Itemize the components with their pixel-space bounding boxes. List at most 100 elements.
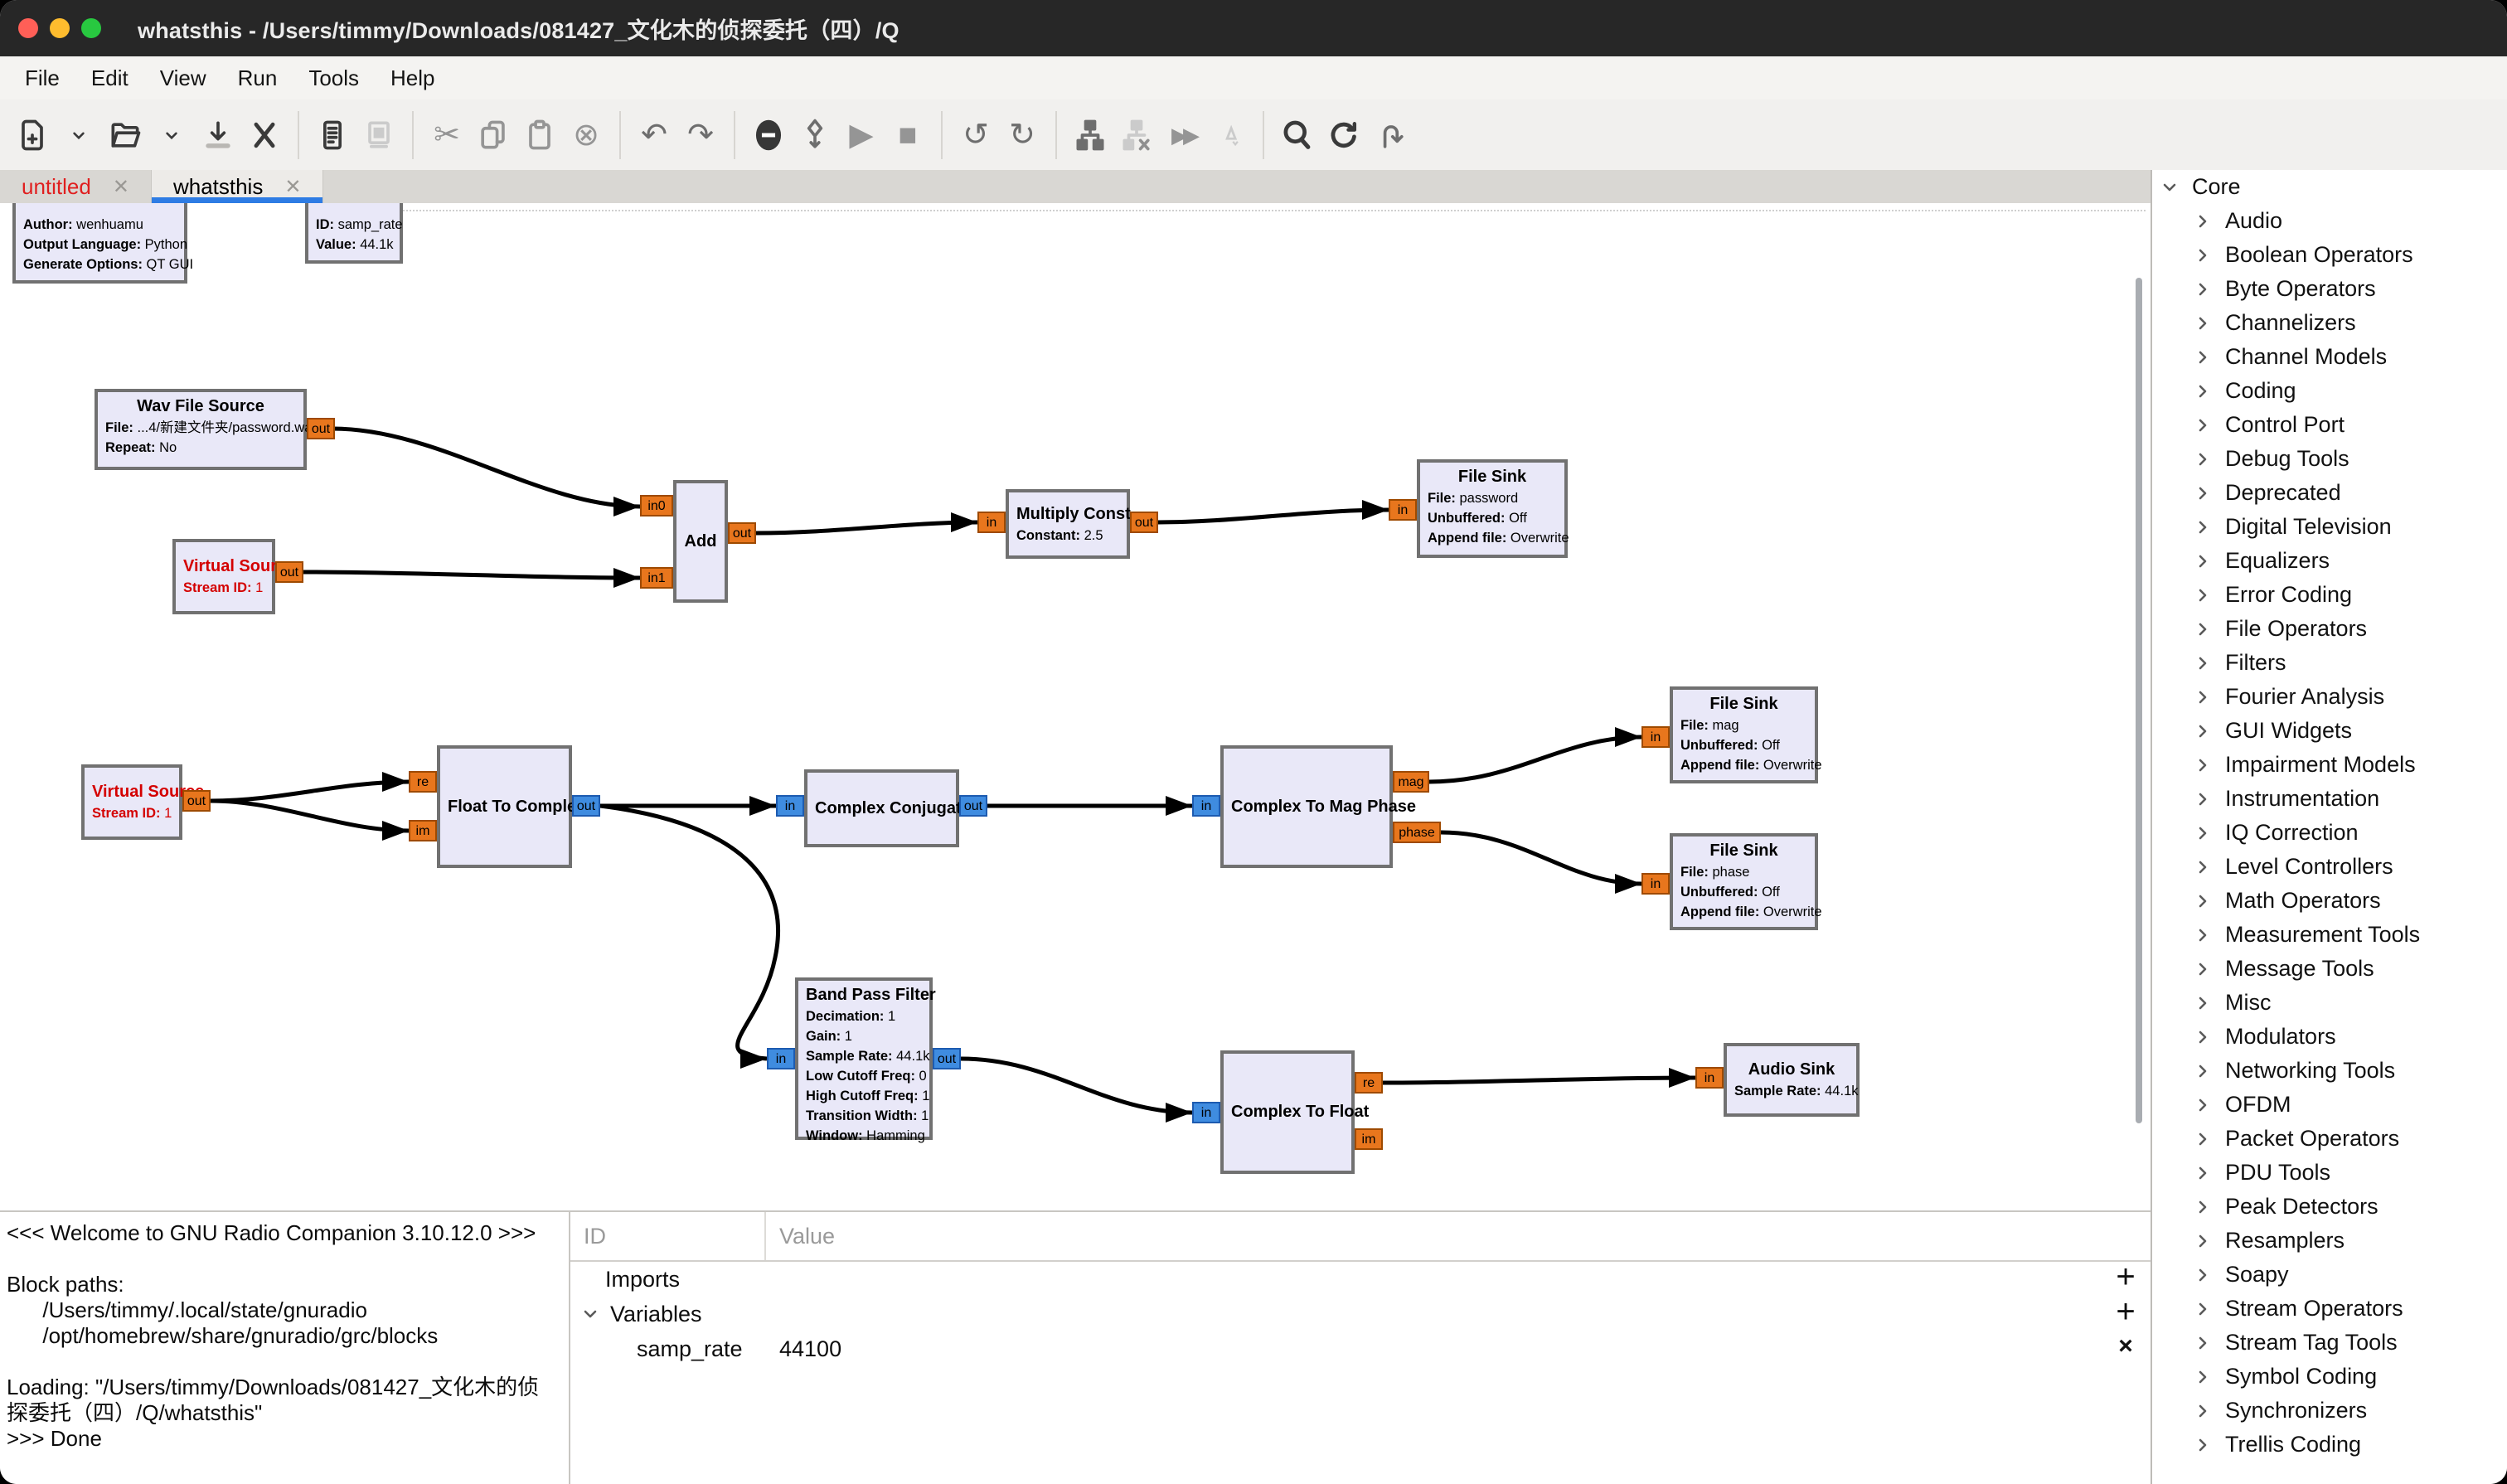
chevron-right-icon[interactable] bbox=[2193, 211, 2213, 231]
chevron-right-icon[interactable] bbox=[2193, 551, 2213, 571]
sidebar-item-misc[interactable]: Misc bbox=[2152, 986, 2507, 1020]
sidebar-item-networking-tools[interactable]: Networking Tools bbox=[2152, 1054, 2507, 1088]
band-pass-filter-block[interactable]: Band Pass FilterDecimation: 1Gain: 1Samp… bbox=[795, 977, 933, 1140]
multiply-const-block[interactable]: Multiply ConstConstant: 2.5 bbox=[1006, 489, 1130, 559]
complex-to-float-block[interactable]: Complex To Float bbox=[1220, 1050, 1355, 1174]
chevron-right-icon[interactable] bbox=[2193, 1367, 2213, 1387]
sidebar-item-channelizers[interactable]: Channelizers bbox=[2152, 306, 2507, 340]
sidebar-item-pdu-tools[interactable]: PDU Tools bbox=[2152, 1156, 2507, 1190]
rotate-cw-icon[interactable]: ↻ bbox=[1003, 110, 1041, 160]
sidebar-item-error-coding[interactable]: Error Coding bbox=[2152, 578, 2507, 612]
sidebar-item-ofdm[interactable]: OFDM bbox=[2152, 1088, 2507, 1122]
chevron-down-icon[interactable] bbox=[580, 1304, 600, 1324]
sidebar-item-peak-detectors[interactable]: Peak Detectors bbox=[2152, 1190, 2507, 1224]
chevron-right-icon[interactable] bbox=[2193, 279, 2213, 299]
file-sink-phase-block-port-in[interactable]: in bbox=[1641, 873, 1670, 895]
menu-help[interactable]: Help bbox=[390, 65, 434, 91]
file-sink-password-block-port-in[interactable]: in bbox=[1389, 499, 1417, 521]
chevron-right-icon[interactable] bbox=[2193, 415, 2213, 435]
virtual-source-1-block-port-out[interactable]: out bbox=[275, 561, 303, 583]
rotate-ccw-icon[interactable]: ↺ bbox=[957, 110, 995, 160]
options-block[interactable]: Author: wenhuamuOutput Language: PythonG… bbox=[12, 203, 187, 284]
canvas-vertical-scrollbar[interactable] bbox=[2136, 278, 2142, 1123]
sidebar-item-equalizers[interactable]: Equalizers bbox=[2152, 544, 2507, 578]
close-window-button[interactable] bbox=[18, 18, 38, 38]
flowgraph-canvas[interactable]: Author: wenhuamuOutput Language: PythonG… bbox=[0, 203, 2151, 1210]
chevron-right-icon[interactable] bbox=[2193, 1027, 2213, 1047]
chevron-right-icon[interactable] bbox=[2193, 245, 2213, 265]
chevron-right-icon[interactable] bbox=[2193, 619, 2213, 639]
complex-to-float-block-port-re[interactable]: re bbox=[1355, 1072, 1383, 1094]
sidebar-item-modulators[interactable]: Modulators bbox=[2152, 1020, 2507, 1054]
variables-row-imports[interactable]: Imports bbox=[570, 1262, 2185, 1297]
column-header-id[interactable]: ID bbox=[584, 1224, 606, 1249]
complex-conjugate-block[interactable]: Complex Conjugate bbox=[804, 769, 959, 847]
add-block[interactable]: Add bbox=[673, 480, 728, 603]
tab-close-icon[interactable]: ✕ bbox=[113, 175, 129, 199]
undo-icon[interactable]: ↶ bbox=[635, 110, 673, 160]
complex-to-mag-phase-block-port-phase[interactable]: phase bbox=[1393, 822, 1441, 843]
row-value[interactable]: 44100 bbox=[779, 1336, 841, 1362]
open-flowgraph-icon[interactable] bbox=[106, 110, 144, 160]
chevron-right-icon[interactable] bbox=[2193, 1129, 2213, 1149]
new-dropdown-chevron-icon[interactable] bbox=[60, 110, 98, 160]
hier-block-disabled-icon[interactable] bbox=[1118, 110, 1156, 160]
chevron-right-icon[interactable] bbox=[2193, 959, 2213, 979]
menu-run[interactable]: Run bbox=[238, 65, 278, 91]
view-errors-icon[interactable] bbox=[749, 110, 788, 160]
sidebar-item-message-tools[interactable]: Message Tools bbox=[2152, 952, 2507, 986]
chevron-right-icon[interactable] bbox=[2193, 347, 2213, 367]
virtual-source-2-block-port-out[interactable]: out bbox=[182, 790, 211, 812]
audio-sink-block[interactable]: Audio SinkSample Rate: 44.1k bbox=[1724, 1043, 1860, 1117]
chevron-right-icon[interactable] bbox=[2193, 449, 2213, 469]
float-to-complex-block-port-re[interactable]: re bbox=[409, 771, 437, 793]
variables-row-variables[interactable]: Variables bbox=[570, 1297, 2160, 1331]
chevron-right-icon[interactable] bbox=[2193, 857, 2213, 877]
sidebar-item-packet-operators[interactable]: Packet Operators bbox=[2152, 1122, 2507, 1156]
sidebar-item-coding[interactable]: Coding bbox=[2152, 374, 2507, 408]
sidebar-item-gui-widgets[interactable]: GUI Widgets bbox=[2152, 714, 2507, 748]
execute-flowgraph-icon[interactable]: ▶ bbox=[842, 110, 880, 160]
sidebar-item-soapy[interactable]: Soapy bbox=[2152, 1258, 2507, 1292]
float-to-complex-block[interactable]: Float To Complex bbox=[437, 745, 572, 868]
hier-block-tree-icon[interactable] bbox=[1071, 110, 1109, 160]
band-pass-filter-block-port-out[interactable]: out bbox=[933, 1048, 961, 1069]
chevron-right-icon[interactable] bbox=[2193, 1197, 2213, 1217]
file-sink-mag-block-port-in[interactable]: in bbox=[1641, 726, 1670, 748]
menu-file[interactable]: File bbox=[25, 65, 60, 91]
sidebar-item-synchronizers[interactable]: Synchronizers bbox=[2152, 1394, 2507, 1428]
sidebar-item-trellis-coding[interactable]: Trellis Coding bbox=[2152, 1428, 2507, 1462]
redo-icon[interactable]: ↷ bbox=[681, 110, 720, 160]
chevron-right-icon[interactable] bbox=[2193, 925, 2213, 945]
tab-whatsthis[interactable]: whatsthis✕ bbox=[152, 170, 324, 203]
sidebar-item-instrumentation[interactable]: Instrumentation bbox=[2152, 782, 2507, 816]
reload-blocks-icon[interactable] bbox=[1325, 110, 1363, 160]
chevron-right-icon[interactable] bbox=[2193, 1401, 2213, 1421]
file-sink-phase-block[interactable]: File SinkFile: phaseUnbuffered: OffAppen… bbox=[1670, 833, 1818, 930]
multiply-const-block-port-out[interactable]: out bbox=[1130, 512, 1158, 533]
chevron-right-icon[interactable] bbox=[2193, 1231, 2213, 1251]
sidebar-item-boolean-operators[interactable]: Boolean Operators bbox=[2152, 238, 2507, 272]
complex-to-mag-phase-block-port-in[interactable]: in bbox=[1192, 795, 1220, 817]
chevron-down-icon[interactable] bbox=[2160, 177, 2180, 197]
screen-capture-icon[interactable] bbox=[360, 110, 398, 160]
remove-variable-button[interactable]: × bbox=[2109, 1330, 2142, 1363]
file-sink-password-block[interactable]: File SinkFile: passwordUnbuffered: OffAp… bbox=[1417, 459, 1568, 558]
wav-file-source-block-port-out[interactable]: out bbox=[307, 418, 335, 439]
add-import-button[interactable]: + bbox=[2109, 1260, 2142, 1293]
sidebar-item-resamplers[interactable]: Resamplers bbox=[2152, 1224, 2507, 1258]
column-header-value[interactable]: Value bbox=[779, 1224, 835, 1249]
complex-conjugate-block-port-in[interactable]: in bbox=[776, 795, 804, 817]
chevron-right-icon[interactable] bbox=[2193, 891, 2213, 911]
sidebar-item-measurement-tools[interactable]: Measurement Tools bbox=[2152, 918, 2507, 952]
sidebar-item-digital-television[interactable]: Digital Television bbox=[2152, 510, 2507, 544]
chevron-right-icon[interactable] bbox=[2193, 755, 2213, 775]
sidebar-item-math-operators[interactable]: Math Operators bbox=[2152, 884, 2507, 918]
menu-view[interactable]: View bbox=[160, 65, 206, 91]
cut-icon[interactable]: ✂ bbox=[428, 110, 466, 160]
flowgraph-report-icon[interactable] bbox=[313, 110, 352, 160]
file-sink-mag-block[interactable]: File SinkFile: magUnbuffered: OffAppend … bbox=[1670, 686, 1818, 783]
chevron-right-icon[interactable] bbox=[2193, 1095, 2213, 1115]
audio-sink-block-port-in[interactable]: in bbox=[1695, 1067, 1724, 1089]
virtual-source-1-block[interactable]: Virtual SourceStream ID: 1 bbox=[172, 539, 275, 614]
